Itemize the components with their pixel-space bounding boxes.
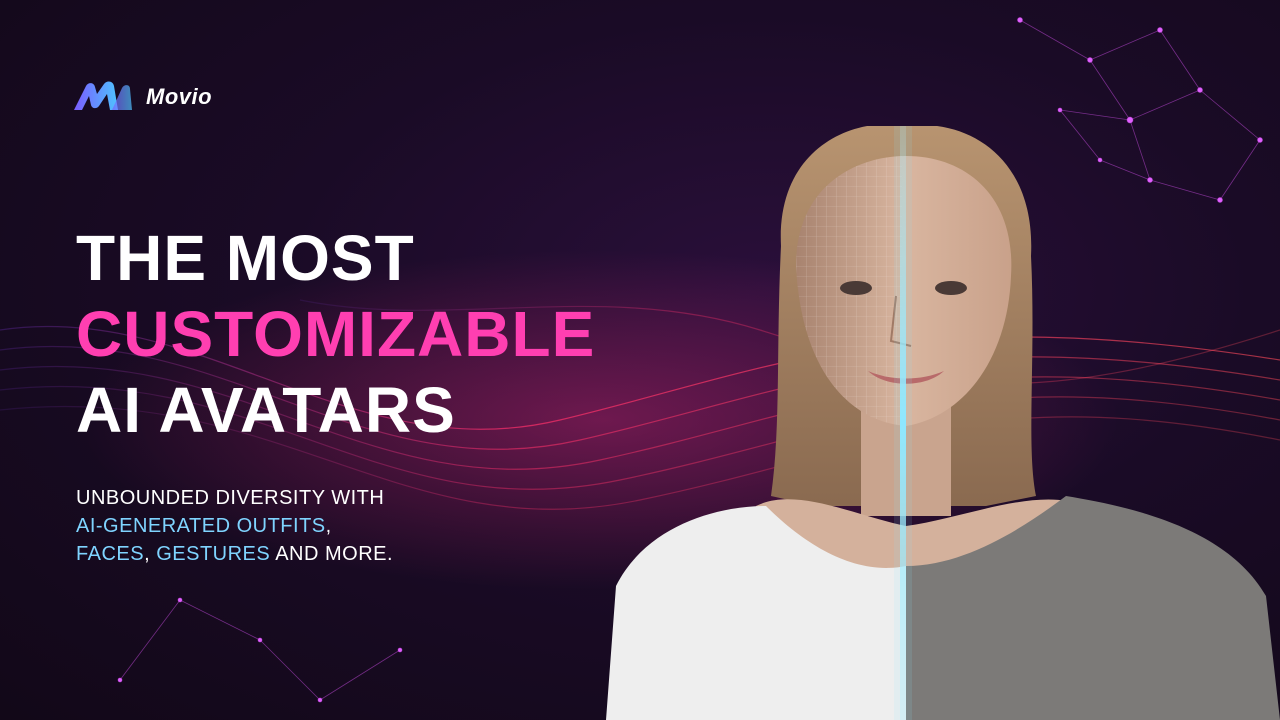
subtitle-highlight-faces: FACES xyxy=(76,543,145,565)
movio-logo-icon xyxy=(74,81,132,110)
headline-line-2: CUSTOMIZABLE xyxy=(76,298,596,370)
subtitle-highlight-gestures: GESTURES xyxy=(156,543,271,565)
headline-line-1: THE MOST xyxy=(76,222,415,294)
avatar-portrait xyxy=(606,126,1280,720)
subtitle-line-1: UNBOUNDED DIVERSITY WITH xyxy=(76,487,385,509)
subtitle-tail: AND MORE. xyxy=(270,543,394,565)
subtitle-comma: , xyxy=(325,515,332,537)
page-title: THE MOST CUSTOMIZABLE AI AVATARS xyxy=(76,220,595,448)
subtitle: UNBOUNDED DIVERSITY WITH AI-GENERATED OU… xyxy=(76,484,393,568)
brand-name: Movio xyxy=(146,84,213,109)
brand-logo[interactable]: Movio xyxy=(72,80,212,114)
subtitle-separator: , xyxy=(144,543,157,565)
hero-banner: Movio THE MOST CUSTOMIZABLE AI AVATARS U… xyxy=(0,0,1280,720)
headline-line-3: AI AVATARS xyxy=(76,374,456,446)
subtitle-highlight-outfits: AI-GENERATED OUTFITS xyxy=(76,515,326,537)
